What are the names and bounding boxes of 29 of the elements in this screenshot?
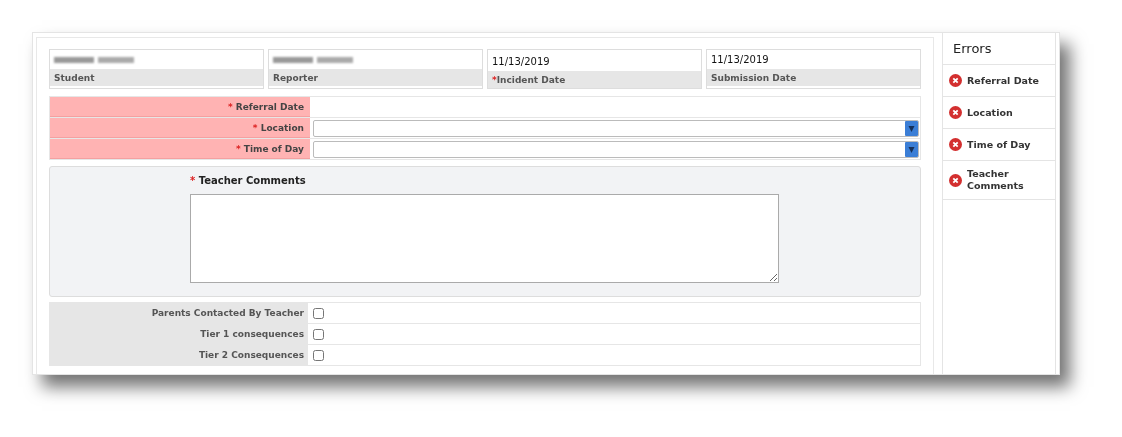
error-icon (949, 138, 962, 151)
field-label: * Teacher Comments (190, 175, 307, 186)
field-label: Student (50, 69, 263, 86)
checkbox[interactable] (313, 307, 324, 319)
checkbox-label: Tier 1 consequences (50, 324, 308, 344)
field-label: * Location (50, 118, 310, 138)
error-link[interactable]: Location (967, 106, 1013, 119)
dropdown-caret-icon[interactable] (905, 120, 918, 136)
checkbox-label: Parents Contacted By Teacher (50, 303, 308, 323)
field-label: * Time of Day (50, 139, 310, 159)
dropdown-caret-icon[interactable] (905, 141, 918, 157)
checkbox[interactable] (313, 349, 324, 361)
checkbox[interactable] (313, 328, 324, 340)
field-value: 11/13/2019 (492, 56, 550, 67)
error-link[interactable]: Time of Day (967, 138, 1031, 151)
field-label: *Incident Date (488, 71, 701, 88)
error-icon (949, 74, 962, 87)
checkbox-label: Tier 2 Consequences (50, 345, 308, 365)
comments-textarea[interactable] (190, 194, 779, 283)
error-link[interactable]: Teacher Comments (967, 168, 1027, 192)
field-label: Reporter (269, 69, 482, 86)
field-value: 11/13/2019 (711, 54, 769, 65)
dropdown-field[interactable] (313, 140, 919, 158)
error-icon (949, 173, 962, 187)
error-link[interactable]: Referral Date (967, 74, 1039, 87)
panel-title: Errors (943, 33, 1055, 65)
error-icon (949, 106, 962, 119)
dropdown-field[interactable] (313, 119, 919, 137)
field-label: Submission Date (707, 69, 920, 86)
